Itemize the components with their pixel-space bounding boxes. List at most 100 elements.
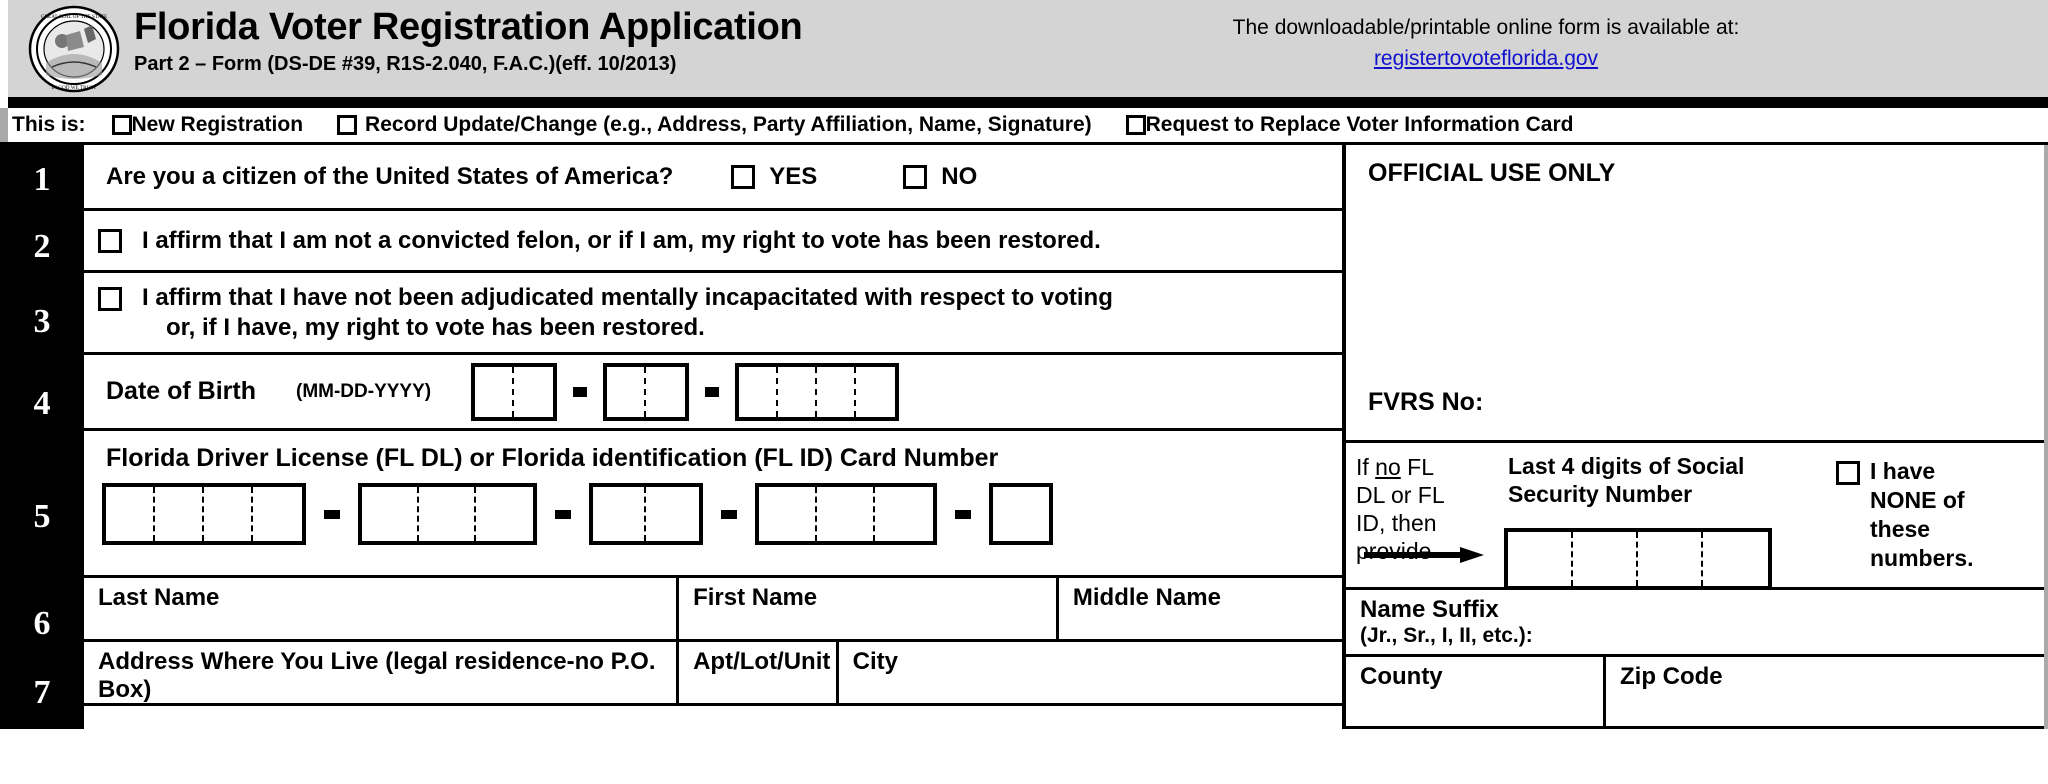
dl-digit[interactable] xyxy=(476,487,533,541)
header-bottom-rule xyxy=(8,97,2048,108)
svg-text:IN GOD WE TRUST: IN GOD WE TRUST xyxy=(52,85,98,91)
official-use-only-title: OFFICIAL USE ONLY xyxy=(1368,159,1616,187)
dob-month-boxes[interactable] xyxy=(471,362,558,421)
drivers-license-input-boxes[interactable] xyxy=(84,483,1342,557)
dob-year-digit[interactable] xyxy=(817,366,857,417)
dl-digit[interactable] xyxy=(253,487,302,541)
dob-year-digit[interactable] xyxy=(778,366,818,417)
checkbox-replace-card[interactable] xyxy=(1125,115,1146,135)
row-number-3: 3 xyxy=(33,302,51,340)
option-record-update[interactable]: Record Update/Change (e.g., Address, Par… xyxy=(337,113,1092,137)
field-apt-lot-unit-label: Apt/Lot/Unit xyxy=(693,648,831,675)
option-replace-card[interactable]: Request to Replace Voter Information Car… xyxy=(1125,113,1573,137)
dl-digit[interactable] xyxy=(106,487,155,541)
dob-day-digit[interactable] xyxy=(607,366,647,417)
checkbox-mental-capacity-affirm[interactable] xyxy=(98,287,122,311)
dob-year-digit[interactable] xyxy=(856,367,895,417)
citizenship-no[interactable]: NO xyxy=(903,163,977,191)
field-first-name[interactable]: First Name xyxy=(679,578,1059,639)
field-city[interactable]: City xyxy=(839,642,1342,703)
row-1-citizenship: Are you a citizen of the United States o… xyxy=(84,145,1342,211)
dl-segment-2[interactable] xyxy=(358,483,537,545)
row-number-4: 4 xyxy=(33,384,51,422)
checkbox-none-of-these-numbers[interactable] xyxy=(1836,461,1860,485)
row-number-7: 7 xyxy=(33,674,51,711)
dob-day-digit[interactable] xyxy=(646,367,685,417)
ssn-block: Last 4 digits of Social Security Number xyxy=(1496,443,1826,591)
dl-segment-1[interactable] xyxy=(102,483,306,545)
ssn-input-boxes[interactable] xyxy=(1496,528,1826,591)
field-last-name[interactable]: Last Name xyxy=(84,578,680,639)
dl-separator-dash xyxy=(324,509,340,519)
row-number-5: 5 xyxy=(33,497,51,535)
no-numbers-label: I have NONE of these numbers. xyxy=(1870,458,1974,571)
ssn-digit-group[interactable] xyxy=(1504,528,1772,591)
no-numbers-option[interactable]: I have NONE of these numbers. xyxy=(1826,443,2044,587)
dl-digit[interactable] xyxy=(759,487,817,541)
ssn-digit[interactable] xyxy=(1508,532,1573,587)
field-zip-code[interactable]: Zip Code xyxy=(1606,657,2044,726)
field-county[interactable]: County xyxy=(1346,657,1606,726)
dl-digit[interactable] xyxy=(204,487,253,541)
citizenship-yes[interactable]: YES xyxy=(731,163,817,191)
date-of-birth-input-boxes[interactable] xyxy=(471,362,900,421)
ssn-digit[interactable] xyxy=(1573,532,1638,587)
dob-year-digit[interactable] xyxy=(739,366,779,417)
dl-segment-5[interactable] xyxy=(989,483,1053,545)
dl-digit[interactable] xyxy=(419,487,476,541)
ssn-digit[interactable] xyxy=(1638,532,1703,587)
row-7-right-fields: County Zip Code xyxy=(1346,657,2044,729)
dl-digit[interactable] xyxy=(646,487,699,541)
row-number-6: 6 xyxy=(33,604,51,642)
arrow-right-icon xyxy=(1364,547,1484,563)
field-address[interactable]: Address Where You Live (legal residence-… xyxy=(84,642,680,703)
option-new-registration[interactable]: New Registration xyxy=(111,113,303,137)
svg-text:GREAT SEAL OF THE STATE: GREAT SEAL OF THE STATE xyxy=(41,14,107,20)
label-no: NO xyxy=(941,162,978,190)
dl-digit[interactable] xyxy=(993,487,1049,541)
field-middle-name[interactable]: Middle Name xyxy=(1059,578,1342,639)
dob-month-digit[interactable] xyxy=(514,367,553,417)
dl-separator-dash xyxy=(721,509,737,519)
date-of-birth-label: Date of Birth xyxy=(106,377,256,405)
florida-state-seal-icon: GREAT SEAL OF THE STATE IN GOD WE TRUST xyxy=(22,5,126,93)
dob-month-digit[interactable] xyxy=(475,366,515,417)
dl-digit[interactable] xyxy=(362,487,419,541)
row-number-2: 2 xyxy=(33,227,51,265)
ssn-digit[interactable] xyxy=(1703,532,1768,586)
this-is-row: This is: New Registration Record Update/… xyxy=(0,108,2048,142)
voter-registration-form-page: GREAT SEAL OF THE STATE IN GOD WE TRUST … xyxy=(0,0,2048,784)
field-apt-lot-unit[interactable]: Apt/Lot/Unit xyxy=(679,642,839,703)
felony-affirmation-text: I affirm that I am not a convicted felon… xyxy=(142,226,1101,254)
checkbox-citizen-no[interactable] xyxy=(903,164,928,189)
dob-day-boxes[interactable] xyxy=(603,362,690,421)
row-3-mental-capacity-affirmation: I affirm that I have not been adjudicate… xyxy=(84,273,1342,355)
row-2-felony-affirmation: I affirm that I am not a convicted felon… xyxy=(84,211,1342,273)
mental-capacity-line-1: I affirm that I have not been adjudicate… xyxy=(142,284,1113,311)
dl-digit[interactable] xyxy=(593,487,646,541)
field-middle-name-label: Middle Name xyxy=(1072,584,1221,611)
dob-year-boxes[interactable] xyxy=(735,362,900,421)
label-yes: YES xyxy=(769,162,818,190)
row-5-drivers-license: Florida Driver License (FL DL) or Florid… xyxy=(84,431,1342,578)
checkbox-record-update[interactable] xyxy=(337,115,358,135)
dob-separator-dash xyxy=(705,386,720,397)
header-online-note: The downloadable/printable online form i… xyxy=(934,16,2048,71)
checkbox-felony-affirm[interactable] xyxy=(98,228,122,253)
dl-segment-4[interactable] xyxy=(755,483,937,545)
dl-digit[interactable] xyxy=(817,487,875,541)
checkbox-new-registration[interactable] xyxy=(111,115,132,135)
checkbox-citizen-yes[interactable] xyxy=(731,164,756,189)
registertovoteflorida-link[interactable]: registertovoteflorida.gov xyxy=(1374,47,1598,70)
row-number-1: 1 xyxy=(33,160,51,198)
online-form-note: The downloadable/printable online form i… xyxy=(1232,16,1740,39)
if-no-dl-instruction: If no FL DL or FL ID, then provide xyxy=(1346,443,1496,587)
fvrs-number-block[interactable]: FVRS No: xyxy=(1346,364,2044,443)
field-name-suffix-sublabel: (Jr., Sr., I, II, etc.): xyxy=(1360,624,1533,647)
ssn-label: Last 4 digits of Social Security Number xyxy=(1508,453,1745,507)
this-is-label: This is: xyxy=(12,113,86,136)
dl-digit[interactable] xyxy=(155,487,204,541)
dl-segment-3[interactable] xyxy=(589,483,703,545)
field-name-suffix[interactable]: Name Suffix (Jr., Sr., I, II, etc.): xyxy=(1346,590,2044,654)
dl-digit[interactable] xyxy=(875,487,933,541)
